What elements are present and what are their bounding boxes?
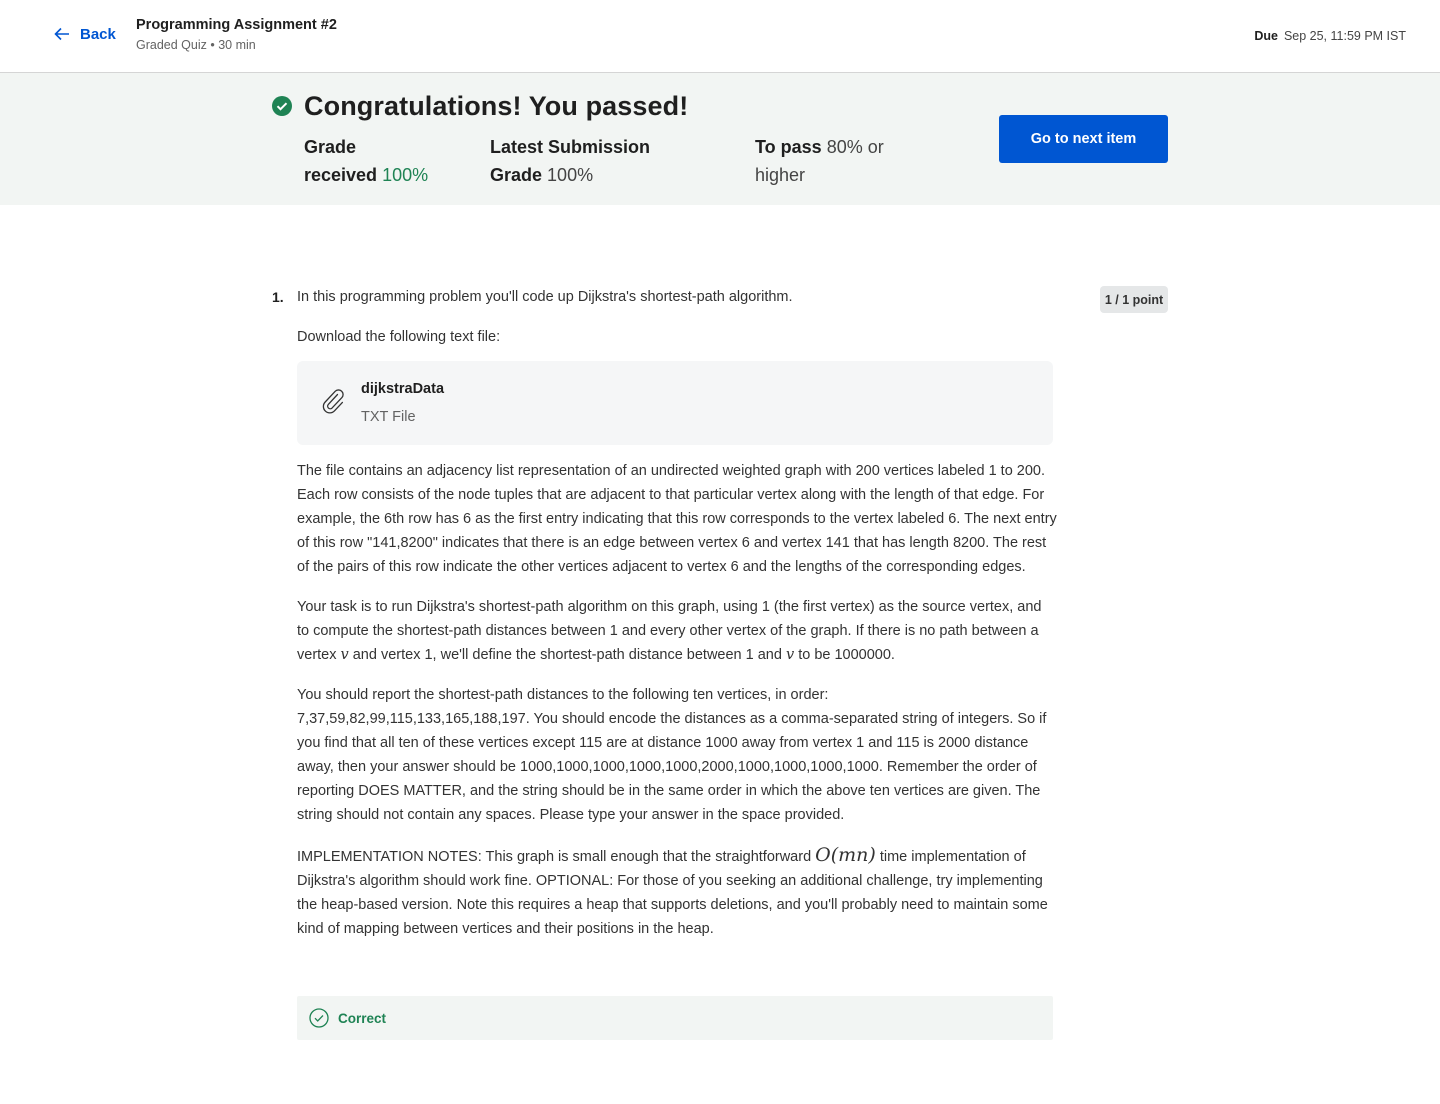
paragraph-task: Your task is to run Dijkstra's shortest-…: [297, 595, 1057, 667]
check-circle-icon: [272, 96, 292, 116]
result-banner: [0, 73, 1440, 205]
grade-value: 100%: [382, 165, 429, 185]
paragraph-graph-description: The file contains an adjacency list repr…: [297, 463, 1057, 575]
grade-label: Grade: [304, 137, 357, 157]
correct-feedback: Correct: [297, 996, 1053, 1040]
file-attachment[interactable]: dijkstraData TXT File: [297, 361, 1053, 445]
question-body: In this programming problem you'll code …: [297, 285, 1057, 957]
assignment-title: Programming Assignment #2: [136, 17, 337, 33]
latest-label: Latest Submission: [490, 137, 651, 157]
due-label: Due: [1254, 29, 1278, 43]
task-text-3: to be 1000000.: [794, 647, 895, 663]
question-intro: In this programming problem you'll code …: [297, 289, 793, 305]
math-v-2: v: [785, 647, 795, 663]
grade-label-2: received: [304, 165, 378, 185]
assignment-titles: Programming Assignment #2 Graded Quiz • …: [136, 17, 337, 52]
back-button[interactable]: Back: [52, 24, 116, 44]
paperclip-icon: [322, 389, 344, 414]
assignment-subtitle: Graded Quiz • 30 min: [136, 38, 256, 52]
download-prompt: Download the following text file:: [297, 329, 501, 345]
impl-text-1: IMPLEMENTATION NOTES: This graph is smal…: [297, 849, 816, 865]
top-header: Back Programming Assignment #2 Graded Qu…: [0, 0, 1440, 73]
check-circle-outline-icon: [309, 1008, 329, 1028]
latest-value: 100%: [547, 165, 594, 185]
paragraph-implementation: IMPLEMENTATION NOTES: This graph is smal…: [297, 843, 1057, 941]
due-date: Due Sep 25, 11:59 PM IST: [1254, 29, 1406, 43]
task-text-2: and vertex 1, we'll define the shortest-…: [348, 647, 786, 663]
due-value: Sep 25, 11:59 PM IST: [1283, 29, 1406, 43]
question-number: 1.: [272, 289, 284, 305]
paragraph-reporting: You should report the shortest-path dist…: [297, 687, 1047, 823]
pass-value-2: higher: [755, 165, 806, 185]
file-type: TXT File: [361, 409, 416, 425]
congrats-heading: Congratulations! You passed!: [304, 91, 689, 121]
pass-value: 80% or: [826, 137, 884, 157]
pass-label: To pass: [755, 137, 822, 157]
latest-submission-grade: Latest Submission Grade 100%: [490, 133, 650, 189]
math-omn: O(mn): [815, 844, 876, 866]
math-v: v: [340, 647, 349, 663]
go-to-next-item-button[interactable]: Go to next item: [999, 115, 1168, 163]
correct-label: Correct: [338, 1010, 387, 1026]
back-label: Back: [80, 25, 116, 43]
points-badge: 1 / 1 point: [1100, 286, 1168, 313]
file-name[interactable]: dijkstraData: [361, 377, 444, 401]
grade-received: Grade received 100%: [304, 133, 428, 189]
pass-threshold: To pass 80% or higher: [755, 133, 884, 189]
latest-label-2: Grade: [490, 165, 543, 185]
arrow-left-icon: [54, 27, 69, 41]
